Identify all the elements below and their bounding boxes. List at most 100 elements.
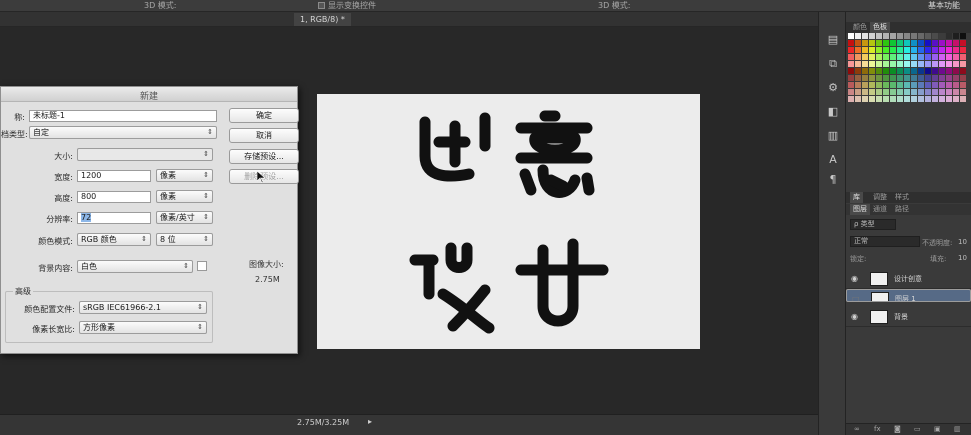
- color-swatch[interactable]: [932, 89, 938, 95]
- color-swatch[interactable]: [862, 54, 868, 60]
- color-swatch[interactable]: [946, 75, 952, 81]
- color-swatch[interactable]: [953, 82, 959, 88]
- color-swatch[interactable]: [869, 96, 875, 102]
- color-swatch[interactable]: [953, 75, 959, 81]
- layer-row[interactable]: ◉ 设计创意: [846, 270, 971, 289]
- color-swatch[interactable]: [939, 89, 945, 95]
- fill-value[interactable]: 10: [958, 254, 967, 262]
- color-swatch[interactable]: [897, 47, 903, 53]
- color-swatch[interactable]: [869, 82, 875, 88]
- color-swatch[interactable]: [855, 61, 861, 67]
- eye-hidden-icon[interactable]: □: [852, 294, 862, 301]
- color-swatch[interactable]: [904, 54, 910, 60]
- workspace-switcher[interactable]: 基本功能: [928, 0, 960, 11]
- color-swatch[interactable]: [862, 61, 868, 67]
- color-swatch[interactable]: [848, 75, 854, 81]
- adjust-icon[interactable]: ◧: [825, 104, 841, 120]
- save-preset-button[interactable]: 存储预设...: [229, 149, 299, 164]
- color-swatch[interactable]: [911, 82, 917, 88]
- color-swatch[interactable]: [925, 82, 931, 88]
- layer-kind-filter[interactable]: ρ 类型: [850, 219, 896, 230]
- color-swatch[interactable]: [876, 33, 882, 39]
- opacity-value[interactable]: 10: [958, 238, 967, 246]
- actions-icon[interactable]: ⧉: [825, 56, 841, 72]
- color-swatch[interactable]: [855, 40, 861, 46]
- color-swatch[interactable]: [862, 40, 868, 46]
- color-swatch[interactable]: [925, 47, 931, 53]
- tab-libraries[interactable]: 库: [850, 192, 863, 203]
- color-swatch[interactable]: [960, 33, 966, 39]
- color-swatch[interactable]: [918, 96, 924, 102]
- color-profile-select[interactable]: sRGB IEC61966-2.1 ⇕: [79, 301, 207, 314]
- color-swatch[interactable]: [960, 75, 966, 81]
- color-swatch[interactable]: [918, 33, 924, 39]
- color-swatch[interactable]: [897, 54, 903, 60]
- color-swatch[interactable]: [848, 40, 854, 46]
- color-swatch[interactable]: [939, 96, 945, 102]
- color-swatch[interactable]: [960, 68, 966, 74]
- color-swatch[interactable]: [911, 47, 917, 53]
- color-swatch[interactable]: [897, 68, 903, 74]
- color-swatch[interactable]: [960, 89, 966, 95]
- color-swatch[interactable]: [904, 75, 910, 81]
- color-swatch[interactable]: [911, 96, 917, 102]
- tab-paths[interactable]: 路径: [892, 204, 912, 215]
- info-icon[interactable]: ▥: [825, 128, 841, 144]
- color-swatch[interactable]: [953, 89, 959, 95]
- color-swatch[interactable]: [932, 75, 938, 81]
- color-swatch[interactable]: [960, 47, 966, 53]
- pixel-aspect-select[interactable]: 方形像素 ⇕: [79, 321, 207, 334]
- color-swatch[interactable]: [904, 33, 910, 39]
- color-swatch[interactable]: [883, 40, 889, 46]
- color-swatch[interactable]: [897, 40, 903, 46]
- tab-adjustments[interactable]: 调整: [870, 192, 890, 203]
- color-swatch[interactable]: [953, 40, 959, 46]
- color-swatch[interactable]: [904, 68, 910, 74]
- color-mode-select[interactable]: RGB 颜色 ⇕: [77, 233, 151, 246]
- color-swatch[interactable]: [925, 96, 931, 102]
- color-swatch[interactable]: [869, 89, 875, 95]
- color-swatch[interactable]: [869, 54, 875, 60]
- color-swatch[interactable]: [855, 75, 861, 81]
- color-swatch[interactable]: [911, 89, 917, 95]
- color-swatch[interactable]: [918, 40, 924, 46]
- color-swatch[interactable]: [904, 96, 910, 102]
- color-swatch[interactable]: [918, 61, 924, 67]
- color-swatch[interactable]: [883, 75, 889, 81]
- color-swatch[interactable]: [946, 47, 952, 53]
- color-swatch[interactable]: [848, 68, 854, 74]
- color-swatch[interactable]: [869, 75, 875, 81]
- color-swatch[interactable]: [883, 61, 889, 67]
- color-swatch[interactable]: [890, 61, 896, 67]
- color-swatch[interactable]: [855, 96, 861, 102]
- color-swatch[interactable]: [890, 89, 896, 95]
- width-input[interactable]: 1200: [77, 170, 151, 182]
- preset-select[interactable]: 自定 ⇕: [29, 126, 217, 139]
- blend-mode-select[interactable]: 正常: [850, 236, 920, 247]
- color-swatch[interactable]: [918, 75, 924, 81]
- color-swatch[interactable]: [904, 61, 910, 67]
- color-swatch[interactable]: [904, 47, 910, 53]
- color-swatch[interactable]: [869, 68, 875, 74]
- color-swatch[interactable]: [918, 82, 924, 88]
- color-swatch[interactable]: [925, 75, 931, 81]
- color-swatch[interactable]: [876, 47, 882, 53]
- color-swatch[interactable]: [939, 47, 945, 53]
- height-unit-select[interactable]: 像素 ⇕: [156, 190, 213, 203]
- color-swatch[interactable]: [932, 96, 938, 102]
- status-menu-arrow-icon[interactable]: ▸: [368, 417, 372, 426]
- color-swatch[interactable]: [862, 47, 868, 53]
- color-swatch[interactable]: [890, 75, 896, 81]
- color-swatch[interactable]: [939, 68, 945, 74]
- color-swatch[interactable]: [883, 96, 889, 102]
- color-swatch[interactable]: [897, 89, 903, 95]
- color-swatch[interactable]: [960, 82, 966, 88]
- bit-depth-select[interactable]: 8 位 ⇕: [156, 233, 213, 246]
- color-swatch[interactable]: [918, 68, 924, 74]
- color-swatch[interactable]: [862, 68, 868, 74]
- color-swatch[interactable]: [890, 68, 896, 74]
- color-swatch[interactable]: [925, 54, 931, 60]
- color-swatch[interactable]: [946, 61, 952, 67]
- color-swatch[interactable]: [932, 40, 938, 46]
- color-swatch[interactable]: [925, 68, 931, 74]
